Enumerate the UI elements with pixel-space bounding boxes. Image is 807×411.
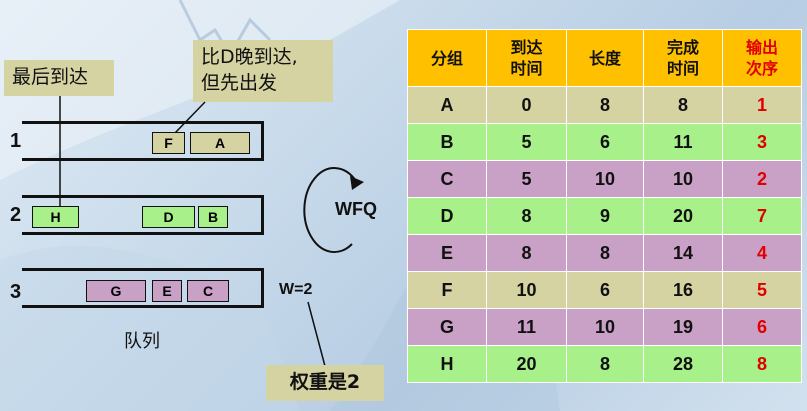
f-before-d-callout: 比D晚到达, 但先出发: [193, 40, 333, 102]
cell-length: 6: [566, 123, 644, 161]
wfq-table: 分组 到达 时间 长度 完成 时间 输出 次序 A 0 8 8 1 B 5 6 11 …: [407, 29, 802, 383]
weight-label: W=2: [279, 281, 313, 298]
cell-packet: F: [407, 271, 487, 309]
queue-2-number: 2: [10, 204, 22, 226]
cell-arrival: 11: [486, 308, 567, 346]
cell-order: 2: [722, 160, 802, 198]
cell-arrival: 8: [486, 197, 567, 235]
header-length: 长度: [566, 29, 644, 87]
cell-order: 3: [722, 123, 802, 161]
packet-c: C: [187, 280, 229, 302]
cell-finish: 28: [643, 345, 723, 383]
weight-callout-text: 权重是2: [289, 371, 361, 393]
cell-packet: D: [407, 197, 487, 235]
table-row: G 11 10 19 6: [407, 308, 802, 346]
f-note-line1: 比D晚到达,: [201, 46, 298, 68]
cell-length: 8: [566, 86, 644, 124]
cell-order: 8: [722, 345, 802, 383]
cell-length: 10: [566, 160, 644, 198]
cell-arrival: 8: [486, 234, 567, 272]
queue-3-number: 3: [10, 281, 22, 303]
queue-3: G E C: [22, 268, 264, 308]
cell-length: 9: [566, 197, 644, 235]
queue-1-number: 1: [10, 130, 22, 152]
packet-g: G: [86, 280, 146, 302]
header-finish: 完成 时间: [643, 29, 723, 87]
last-arrival-callout: 最后到达: [4, 60, 114, 96]
cell-arrival: 5: [486, 123, 567, 161]
cell-length: 8: [566, 345, 644, 383]
cell-finish: 11: [643, 123, 723, 161]
queue-1: F A: [22, 121, 264, 161]
cell-finish: 19: [643, 308, 723, 346]
cell-arrival: 0: [486, 86, 567, 124]
cell-length: 6: [566, 271, 644, 309]
wfq-arrowhead-icon: [350, 176, 364, 190]
cell-arrival: 10: [486, 271, 567, 309]
table-row: B 5 6 11 3: [407, 123, 802, 161]
table-row: F 10 6 16 5: [407, 271, 802, 309]
f-note-line2: 但先出发: [201, 72, 278, 94]
cell-order: 1: [722, 86, 802, 124]
cell-packet: G: [407, 308, 487, 346]
table-row: A 0 8 8 1: [407, 86, 802, 124]
header-packet: 分组: [407, 29, 487, 87]
header-arrival: 到达 时间: [486, 29, 567, 87]
weight-pointer: [307, 301, 327, 371]
cell-arrival: 20: [486, 345, 567, 383]
cell-packet: C: [407, 160, 487, 198]
cell-finish: 8: [643, 86, 723, 124]
table-header-row: 分组 到达 时间 长度 完成 时间 输出 次序: [407, 29, 802, 87]
packet-d: D: [142, 206, 195, 228]
packet-f: F: [152, 132, 185, 154]
wfq-label: WFQ: [335, 199, 377, 219]
cell-finish: 16: [643, 271, 723, 309]
cell-finish: 14: [643, 234, 723, 272]
cell-finish: 10: [643, 160, 723, 198]
packet-a: A: [190, 132, 250, 154]
cell-packet: E: [407, 234, 487, 272]
cell-packet: H: [407, 345, 487, 383]
table-row: D 8 9 20 7: [407, 197, 802, 235]
weight-callout: 权重是2: [266, 365, 384, 401]
cell-packet: B: [407, 123, 487, 161]
header-order: 输出 次序: [722, 29, 802, 87]
table-row: C 5 10 10 2: [407, 160, 802, 198]
last-arrival-text: 最后到达: [12, 66, 89, 88]
table-row: E 8 8 14 4: [407, 234, 802, 272]
cell-packet: A: [407, 86, 487, 124]
cell-arrival: 5: [486, 160, 567, 198]
table-row: H 20 8 28 8: [407, 345, 802, 383]
cell-order: 6: [722, 308, 802, 346]
cell-length: 10: [566, 308, 644, 346]
queues-caption: 队列: [124, 331, 160, 352]
packet-b: B: [198, 206, 228, 228]
queue-2: H D B: [22, 195, 264, 235]
cell-finish: 20: [643, 197, 723, 235]
cell-order: 7: [722, 197, 802, 235]
cell-length: 8: [566, 234, 644, 272]
cell-order: 5: [722, 271, 802, 309]
cell-order: 4: [722, 234, 802, 272]
packet-e: E: [152, 280, 182, 302]
packet-h: H: [32, 206, 79, 228]
